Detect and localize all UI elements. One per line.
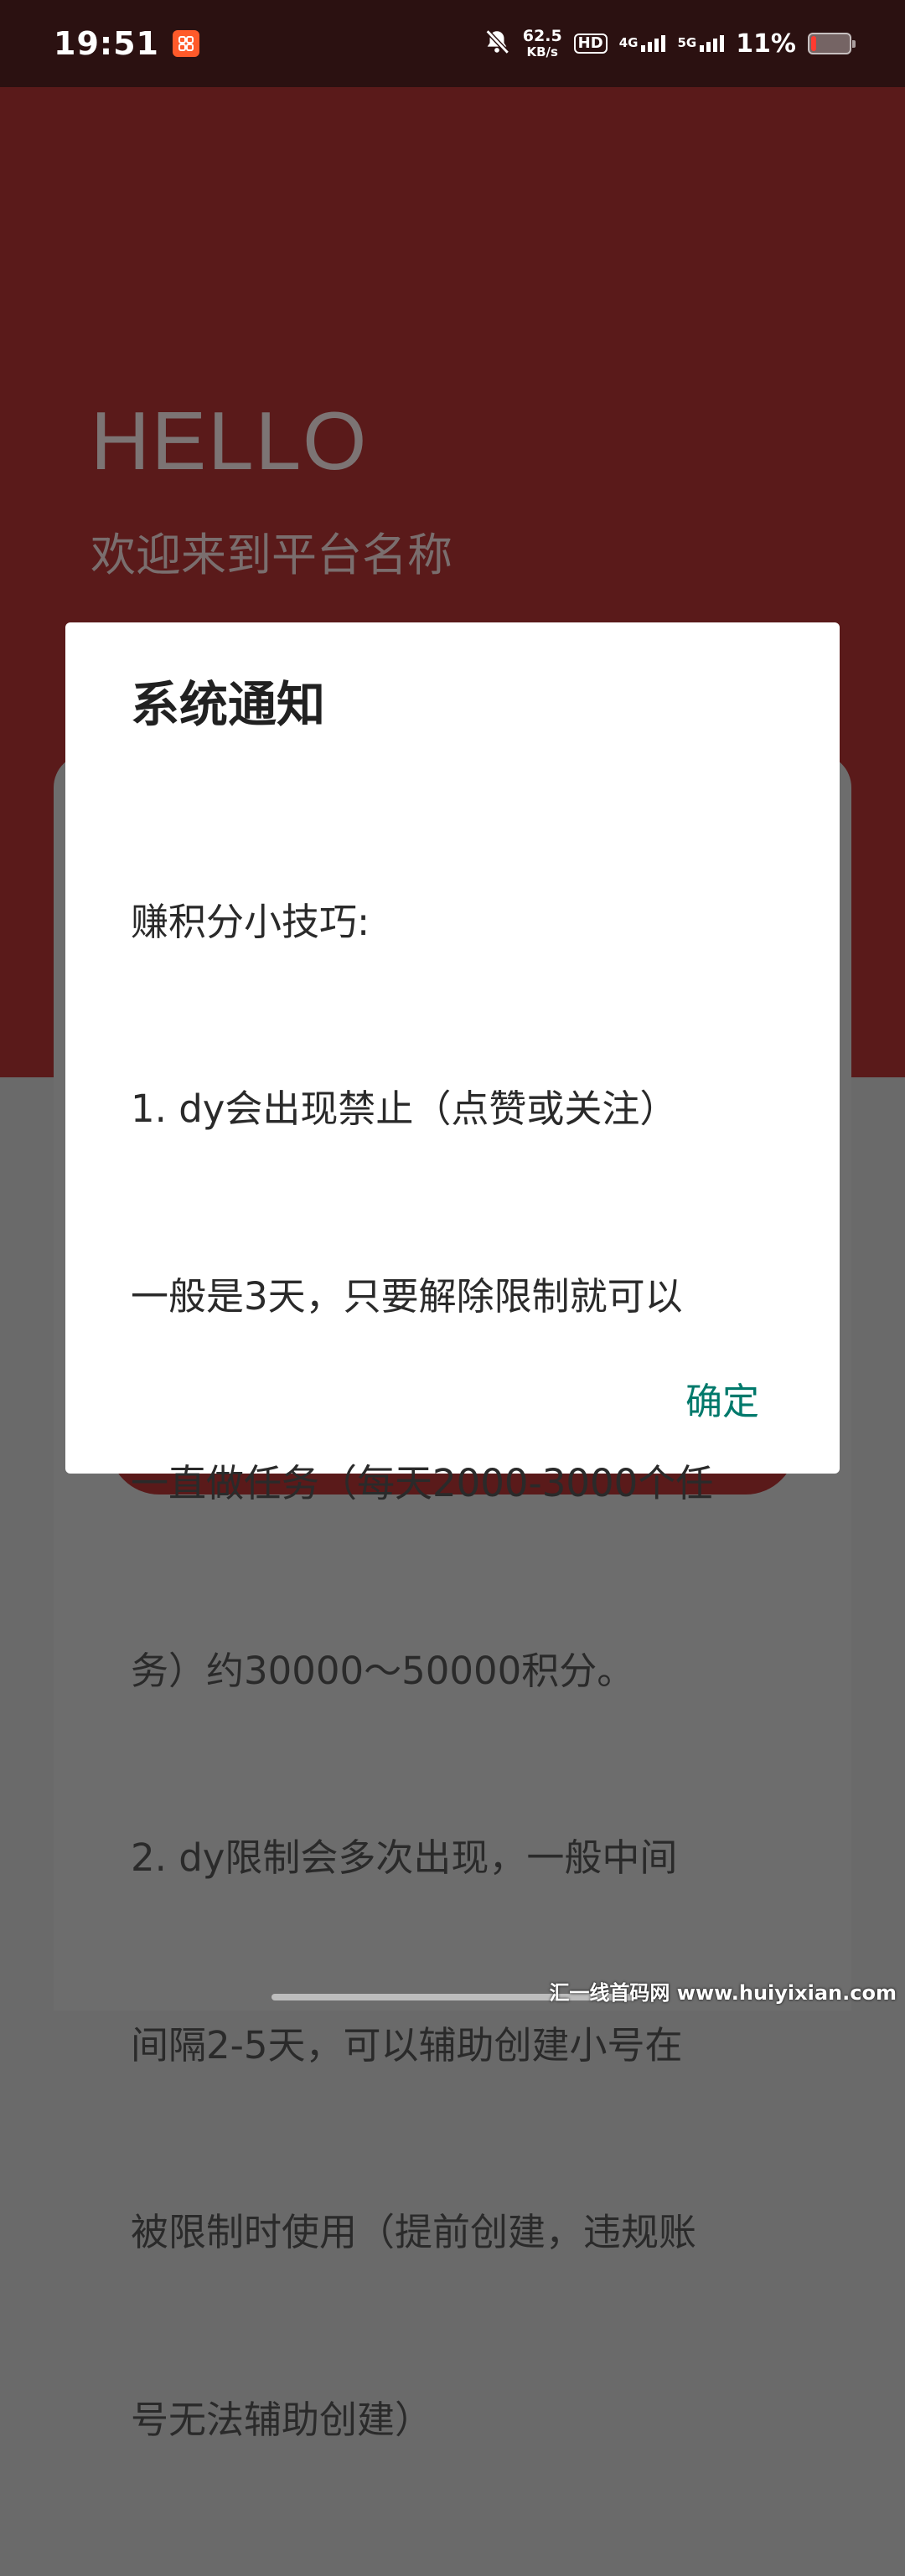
status-time: 19:51 xyxy=(54,25,159,62)
confirm-button[interactable]: 确定 xyxy=(685,1371,759,1425)
battery-icon xyxy=(808,33,856,54)
dialog-message-line: 被限制时使用（提前创建，违规账 xyxy=(131,2210,697,2255)
sim2-signal: 5G xyxy=(677,35,725,52)
dialog-message-line: 赚积分小技巧: xyxy=(131,899,370,944)
sim2-network-type: 5G xyxy=(677,35,697,50)
network-speed-value: 62.5 xyxy=(522,27,562,45)
app-notification-icon xyxy=(172,30,199,57)
status-icons: 62.5 KB/s HD 4G 5G 11% xyxy=(483,28,856,59)
signal-bars-icon xyxy=(641,35,666,52)
battery-percent: 11% xyxy=(736,28,796,59)
dialog-message-line: 1. dy会出现禁止（点赞或关注） xyxy=(131,1087,678,1132)
watermark: 汇一线首码网 www.huiyixian.com xyxy=(549,1981,897,2005)
network-speed-unit: KB/s xyxy=(526,44,558,59)
dialog-message-line: 间隔2-5天，可以辅助创建小号在 xyxy=(131,2022,683,2068)
hd-voice-badge: HD xyxy=(573,34,608,54)
dialog-message-line: 2. dy限制会多次出现，一般中间 xyxy=(131,1835,678,1881)
signal-bars-icon xyxy=(700,35,725,52)
dialog-message-line: 一般是3天，只要解除限制就可以 xyxy=(131,1273,683,1319)
battery-level xyxy=(811,36,816,51)
sim1-signal: 4G xyxy=(619,35,666,52)
dialog-title: 系统通知 xyxy=(131,676,326,733)
welcome-text: 欢迎来到平台名称 xyxy=(90,529,452,581)
dialog-message: 赚积分小技巧: 1. dy会出现禁止（点赞或关注） 一般是3天，只要解除限制就可… xyxy=(131,767,776,2576)
dialog-message-line: 号无法辅助创建） xyxy=(131,2397,433,2442)
hello-heading: HELLO xyxy=(90,395,369,487)
network-speed: 62.5 KB/s xyxy=(523,28,562,59)
dialog-message-line: 务）约30000～50000积分。 xyxy=(131,1648,635,1693)
sim1-network-type: 4G xyxy=(618,35,639,50)
system-notice-dialog: 系统通知 赚积分小技巧: 1. dy会出现禁止（点赞或关注） 一般是3天，只要解… xyxy=(65,622,840,2442)
dialog-message-line: 一直做任务（每天2000-3000个任 xyxy=(131,1461,714,1506)
bell-muted-icon xyxy=(483,28,511,59)
status-bar: 19:51 62.5 KB/s HD 4G 5G 11% xyxy=(0,0,905,87)
